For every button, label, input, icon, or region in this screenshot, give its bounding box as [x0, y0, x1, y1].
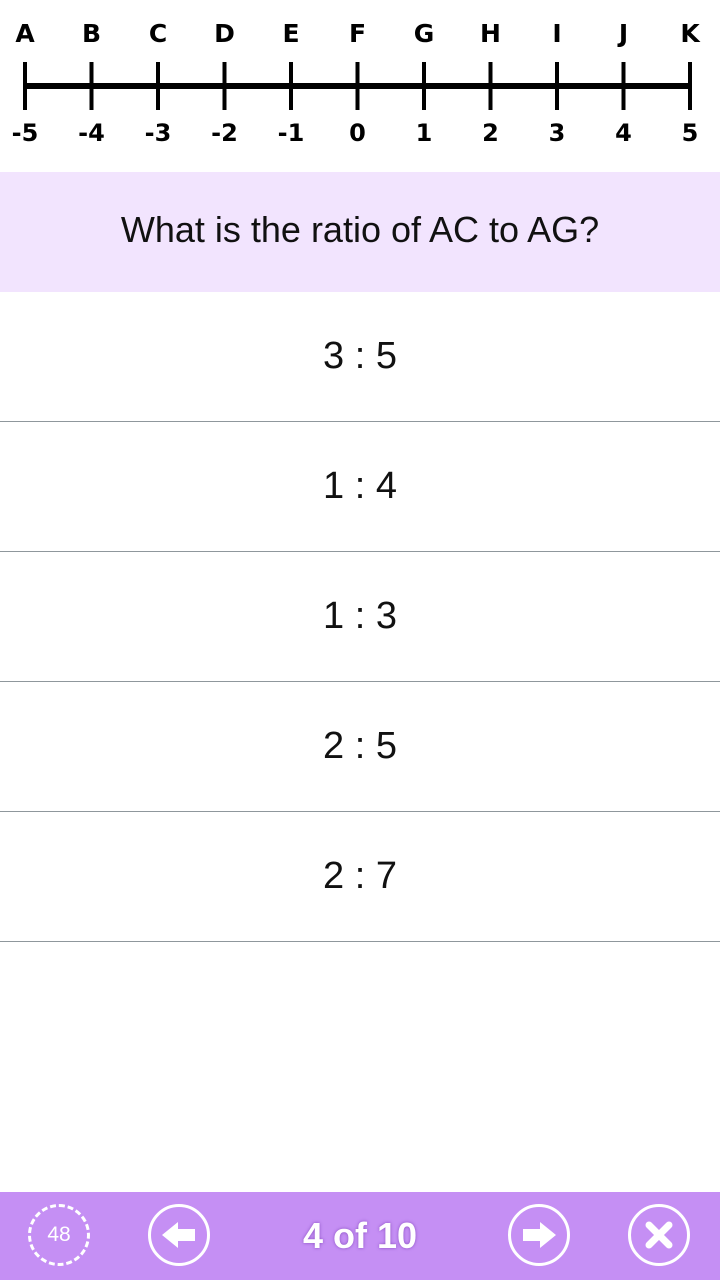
point-letter-label: G	[414, 19, 435, 48]
number-line-figure: A -5 B -4 C -3 D -2 E -1 F 0 G 1 H 2 I 3 J 4 K 5	[0, 0, 720, 172]
arrow-left-icon	[162, 1222, 195, 1248]
page-counter: 4 of 10	[302, 1215, 418, 1256]
answer-option-4[interactable]: 2 : 5	[0, 682, 720, 812]
stopwatch-icon: 48	[28, 1204, 90, 1266]
point-letter-label: C	[149, 19, 167, 48]
point-number-label: -5	[12, 119, 39, 147]
point-number-label: 5	[682, 119, 699, 147]
timer-value: 48	[47, 1223, 71, 1246]
point-letter-label: E	[282, 19, 299, 48]
answer-label: 3 : 5	[323, 335, 397, 377]
answer-label: 2 : 5	[323, 725, 397, 767]
point-letter-label: F	[349, 19, 366, 48]
point-number-label: -2	[211, 119, 238, 147]
point-letter-label: A	[15, 19, 35, 48]
close-button[interactable]	[628, 1204, 690, 1266]
point-number-label: -4	[78, 119, 105, 147]
number-line: A -5 B -4 C -3 D -2 E -1 F 0 G 1 H 2 I 3 J 4 K 5	[12, 19, 702, 147]
answer-label: 1 : 4	[323, 465, 397, 507]
answer-list: 3 : 5 1 : 4 1 : 3 2 : 5 2 : 7	[0, 292, 720, 942]
point-number-label: 4	[615, 119, 632, 147]
close-icon	[645, 1221, 673, 1249]
point-number-label: 0	[349, 119, 366, 147]
point-letter-label: K	[680, 19, 701, 48]
point-number-label: 2	[482, 119, 499, 147]
point-number-label: -3	[145, 119, 172, 147]
question-band: What is the ratio of AC to AG?	[0, 172, 720, 292]
point-number-label: 3	[549, 119, 566, 147]
point-number-label: -1	[278, 119, 305, 147]
answer-option-2[interactable]: 1 : 4	[0, 422, 720, 552]
answer-option-5[interactable]: 2 : 7	[0, 812, 720, 942]
point-number-label: 1	[416, 119, 433, 147]
point-letter-label: I	[552, 19, 561, 48]
point-letter-label: J	[617, 19, 628, 48]
arrow-right-icon	[523, 1222, 556, 1248]
answer-label: 2 : 7	[323, 855, 397, 897]
answer-option-1[interactable]: 3 : 5	[0, 292, 720, 422]
next-button[interactable]	[508, 1204, 570, 1266]
point-letter-label: H	[480, 19, 501, 48]
question-text: What is the ratio of AC to AG?	[120, 209, 600, 250]
answer-option-3[interactable]: 1 : 3	[0, 552, 720, 682]
bottom-toolbar: 48 4 of 10	[0, 1192, 720, 1280]
previous-button[interactable]	[148, 1204, 210, 1266]
point-letter-label: B	[82, 19, 101, 48]
point-letter-label: D	[214, 19, 235, 48]
answer-label: 1 : 3	[323, 595, 397, 637]
